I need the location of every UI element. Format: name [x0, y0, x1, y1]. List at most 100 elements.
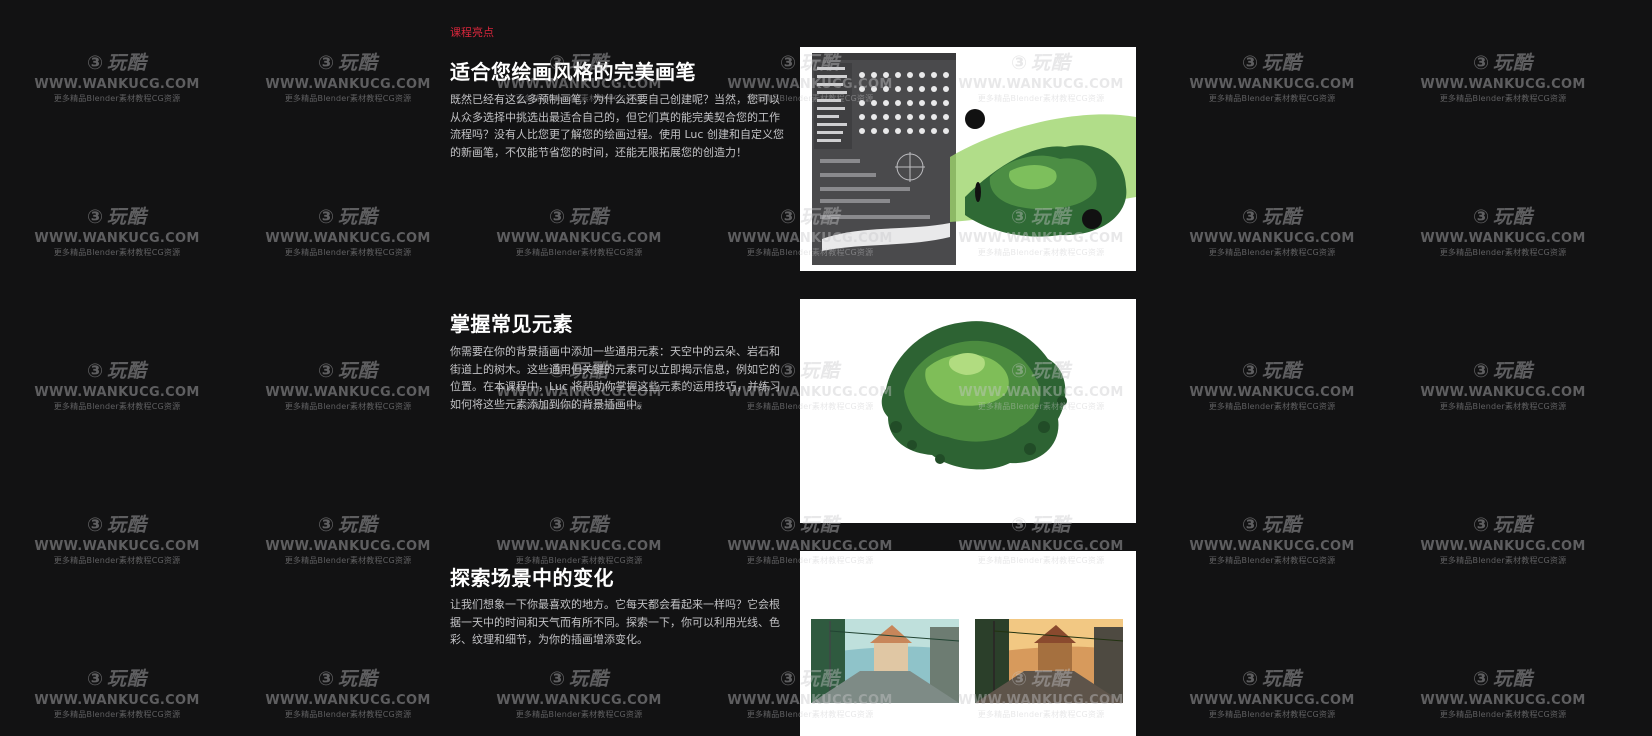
watermark-logo-text: 玩酷 [1262, 514, 1303, 536]
watermark-logo-icon: ③ [317, 514, 336, 536]
watermark-logo-icon: ③ [1241, 206, 1260, 228]
watermark-tagline: 更多精品Blender素材教程CG资源 [1439, 556, 1567, 565]
watermark-logo-icon: ③ [317, 668, 336, 690]
watermark-logo: ③ 玩酷 [1418, 670, 1588, 691]
watermark-tagline: 更多精品Blender素材教程CG资源 [1439, 248, 1567, 257]
brush-settings-image [800, 47, 1136, 271]
street-scene-image [800, 551, 1136, 736]
watermark-tagline: 更多精品Blender素材教程CG资源 [53, 710, 181, 719]
watermark-logo-text: 玩酷 [1493, 514, 1534, 536]
watermark-tagline: 更多精品Blender素材教程CG资源 [1439, 710, 1567, 719]
watermark-logo-icon: ③ [1241, 52, 1260, 74]
watermark-url: WWW.WANKUCG.COM [496, 231, 662, 246]
watermark: ③ 玩酷 WWW.WANKUCG.COM 更多精品Blender素材教程CG资源 [263, 516, 433, 565]
watermark-logo-text: 玩酷 [569, 206, 610, 228]
watermark-logo-text: 玩酷 [569, 668, 610, 690]
watermark-tagline: 更多精品Blender素材教程CG资源 [1208, 710, 1336, 719]
watermark: ③ 玩酷 WWW.WANKUCG.COM 更多精品Blender素材教程CG资源 [494, 208, 664, 257]
watermark-logo-icon: ③ [1241, 360, 1260, 382]
watermark-logo-icon: ③ [86, 206, 105, 228]
watermark-tagline: 更多精品Blender素材教程CG资源 [1208, 248, 1336, 257]
watermark: ③ 玩酷 WWW.WANKUCG.COM 更多精品Blender素材教程CG资源 [32, 362, 202, 411]
watermark-logo-text: 玩酷 [1262, 206, 1303, 228]
watermark-tagline: 更多精品Blender素材教程CG资源 [1208, 402, 1336, 411]
watermark: ③ 玩酷 WWW.WANKUCG.COM 更多精品Blender素材教程CG资源 [1187, 362, 1357, 411]
watermark-logo-icon: ③ [86, 514, 105, 536]
watermark-url: WWW.WANKUCG.COM [265, 77, 431, 92]
watermark-logo-icon: ③ [317, 206, 336, 228]
watermark-logo: ③ 玩酷 [494, 208, 664, 229]
section-eyebrow: 课程亮点 [450, 26, 494, 39]
watermark-url: WWW.WANKUCG.COM [1189, 539, 1355, 554]
watermark-url: WWW.WANKUCG.COM [34, 539, 200, 554]
watermark-logo: ③ 玩酷 [1187, 54, 1357, 75]
watermark-logo-text: 玩酷 [107, 668, 148, 690]
watermark: ③ 玩酷 WWW.WANKUCG.COM 更多精品Blender素材教程CG资源 [263, 54, 433, 103]
watermark-url: WWW.WANKUCG.COM [265, 539, 431, 554]
watermark: ③ 玩酷 WWW.WANKUCG.COM 更多精品Blender素材教程CG资源 [32, 516, 202, 565]
watermark-url: WWW.WANKUCG.COM [1420, 77, 1586, 92]
watermark-url: WWW.WANKUCG.COM [1420, 385, 1586, 400]
highlight-body-variations: 让我们想象一下你最喜欢的地方。它每天都会看起来一样吗？它会根据一天中的时间和天气… [450, 598, 780, 646]
watermark-logo: ③ 玩酷 [32, 362, 202, 383]
highlight-body-elements: 你需要在你的背景插画中添加一些通用元素：天空中的云朵、岩石和街道上的树木。这些通… [450, 345, 781, 411]
watermark: ③ 玩酷 WWW.WANKUCG.COM 更多精品Blender素材教程CG资源 [32, 208, 202, 257]
watermark-url: WWW.WANKUCG.COM [1189, 385, 1355, 400]
watermark-logo-icon: ③ [86, 668, 105, 690]
watermark-tagline: 更多精品Blender素材教程CG资源 [1439, 94, 1567, 103]
watermark: ③ 玩酷 WWW.WANKUCG.COM 更多精品Blender素材教程CG资源 [1418, 670, 1588, 719]
watermark-logo-icon: ③ [548, 206, 567, 228]
watermark: ③ 玩酷 WWW.WANKUCG.COM 更多精品Blender素材教程CG资源 [1187, 516, 1357, 565]
watermark-logo: ③ 玩酷 [1418, 208, 1588, 229]
watermark-url: WWW.WANKUCG.COM [34, 77, 200, 92]
watermark-logo-text: 玩酷 [1262, 668, 1303, 690]
watermark-logo-text: 玩酷 [1493, 360, 1534, 382]
watermark-logo-icon: ③ [317, 52, 336, 74]
watermark-url: WWW.WANKUCG.COM [265, 385, 431, 400]
watermark: ③ 玩酷 WWW.WANKUCG.COM 更多精品Blender素材教程CG资源 [263, 362, 433, 411]
watermark-logo-icon: ③ [1472, 52, 1491, 74]
watermark-logo: ③ 玩酷 [32, 54, 202, 75]
watermark-url: WWW.WANKUCG.COM [265, 231, 431, 246]
watermark-logo-icon: ③ [1472, 668, 1491, 690]
watermark-logo-text: 玩酷 [1262, 360, 1303, 382]
watermark-tagline: 更多精品Blender素材教程CG资源 [284, 710, 412, 719]
watermark-logo-icon: ③ [1472, 514, 1491, 536]
watermark-logo-text: 玩酷 [107, 514, 148, 536]
watermark-logo: ③ 玩酷 [1187, 670, 1357, 691]
watermark: ③ 玩酷 WWW.WANKUCG.COM 更多精品Blender素材教程CG资源 [1187, 670, 1357, 719]
watermark-url: WWW.WANKUCG.COM [496, 693, 662, 708]
watermark-logo-text: 玩酷 [338, 668, 379, 690]
watermark-logo: ③ 玩酷 [263, 670, 433, 691]
watermark-logo-text: 玩酷 [1493, 52, 1534, 74]
watermark-logo: ③ 玩酷 [1418, 516, 1588, 537]
watermark-logo: ③ 玩酷 [1418, 362, 1588, 383]
watermark-logo-text: 玩酷 [1262, 52, 1303, 74]
watermark-logo: ③ 玩酷 [263, 208, 433, 229]
watermark-logo: ③ 玩酷 [1187, 516, 1357, 537]
watermark: ③ 玩酷 WWW.WANKUCG.COM 更多精品Blender素材教程CG资源 [1187, 208, 1357, 257]
watermark: ③ 玩酷 WWW.WANKUCG.COM 更多精品Blender素材教程CG资源 [494, 516, 664, 565]
watermark-logo-text: 玩酷 [338, 514, 379, 536]
watermark: ③ 玩酷 WWW.WANKUCG.COM 更多精品Blender素材教程CG资源 [263, 670, 433, 719]
watermark-logo-text: 玩酷 [107, 52, 148, 74]
watermark: ③ 玩酷 WWW.WANKUCG.COM 更多精品Blender素材教程CG资源 [1418, 208, 1588, 257]
watermark: ③ 玩酷 WWW.WANKUCG.COM 更多精品Blender素材教程CG资源 [1418, 362, 1588, 411]
watermark-logo-icon: ③ [86, 360, 105, 382]
watermark-logo-icon: ③ [548, 514, 567, 536]
watermark: ③ 玩酷 WWW.WANKUCG.COM 更多精品Blender素材教程CG资源 [1187, 54, 1357, 103]
watermark-logo: ③ 玩酷 [32, 516, 202, 537]
watermark-logo-icon: ③ [548, 668, 567, 690]
watermark-url: WWW.WANKUCG.COM [1189, 693, 1355, 708]
watermark-tagline: 更多精品Blender素材教程CG资源 [53, 556, 181, 565]
watermark-url: WWW.WANKUCG.COM [1420, 693, 1586, 708]
watermark-url: WWW.WANKUCG.COM [34, 231, 200, 246]
watermark-logo: ③ 玩酷 [263, 54, 433, 75]
watermark-url: WWW.WANKUCG.COM [1420, 231, 1586, 246]
watermark-logo-text: 玩酷 [338, 360, 379, 382]
watermark-tagline: 更多精品Blender素材教程CG资源 [284, 402, 412, 411]
watermark-logo-icon: ③ [1472, 206, 1491, 228]
watermark-tagline: 更多精品Blender素材教程CG资源 [53, 94, 181, 103]
watermark-logo-text: 玩酷 [569, 514, 610, 536]
watermark-url: WWW.WANKUCG.COM [1189, 77, 1355, 92]
